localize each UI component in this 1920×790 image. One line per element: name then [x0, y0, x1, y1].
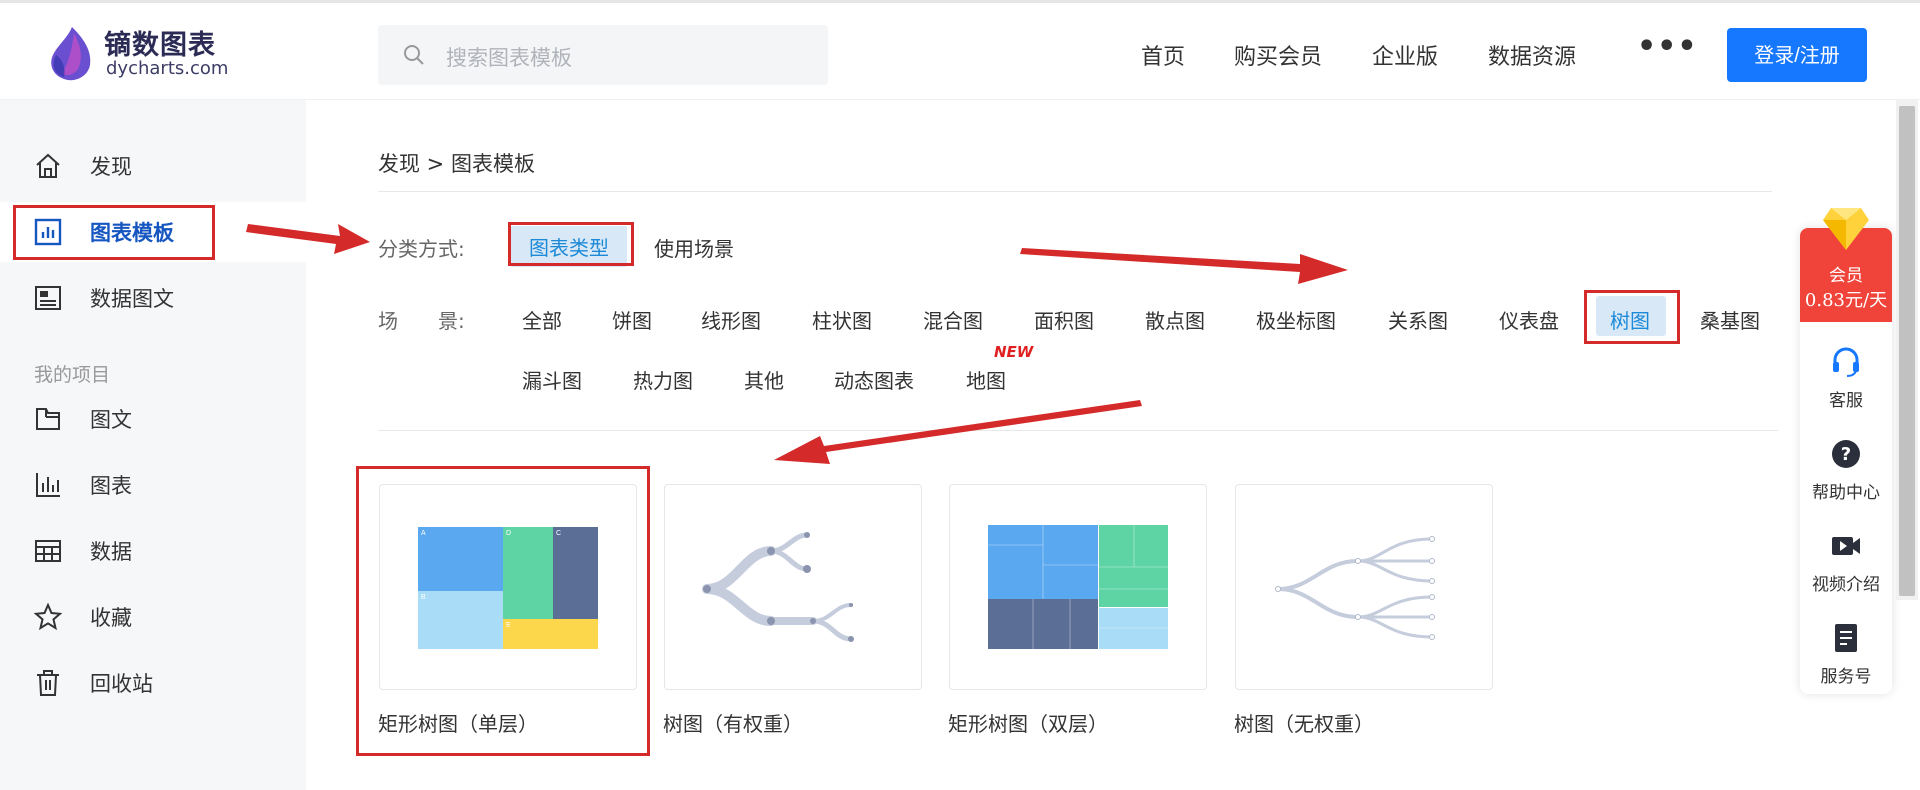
official-account-label: 服务号 — [1820, 667, 1872, 687]
diamond-icon — [1823, 208, 1869, 250]
arrow-to-classify-icon — [246, 224, 370, 254]
customer-service-label: 客服 — [1829, 391, 1863, 411]
vip-label: 会员 — [1829, 266, 1863, 286]
vip-price: 0.83元/天 — [1804, 290, 1888, 311]
arrow-to-tree-scene-icon — [1020, 248, 1348, 284]
floating-service-panel: 会员 0.83元/天 客服 ? 帮助中心 视频介绍 服务号 — [1800, 208, 1892, 694]
svg-text:?: ? — [1841, 444, 1851, 465]
help-center-button[interactable]: ? 帮助中心 — [1800, 430, 1892, 520]
annotation-arrows — [246, 224, 1348, 464]
customer-service-button[interactable]: 客服 — [1800, 338, 1892, 428]
document-icon — [1835, 624, 1857, 652]
arrow-to-card-icon — [774, 400, 1142, 464]
vip-promo[interactable]: 会员 0.83元/天 — [1800, 208, 1892, 322]
question-icon: ? — [1832, 440, 1860, 468]
headset-icon — [1833, 347, 1859, 377]
video-intro-label: 视频介绍 — [1812, 575, 1880, 595]
official-account-button[interactable]: 服务号 — [1800, 614, 1892, 704]
scrollbar-thumb[interactable] — [1899, 106, 1915, 596]
video-icon — [1832, 537, 1860, 555]
help-center-label: 帮助中心 — [1812, 483, 1880, 503]
scrollbar[interactable] — [1896, 100, 1918, 600]
video-intro-button[interactable]: 视频介绍 — [1800, 522, 1892, 612]
